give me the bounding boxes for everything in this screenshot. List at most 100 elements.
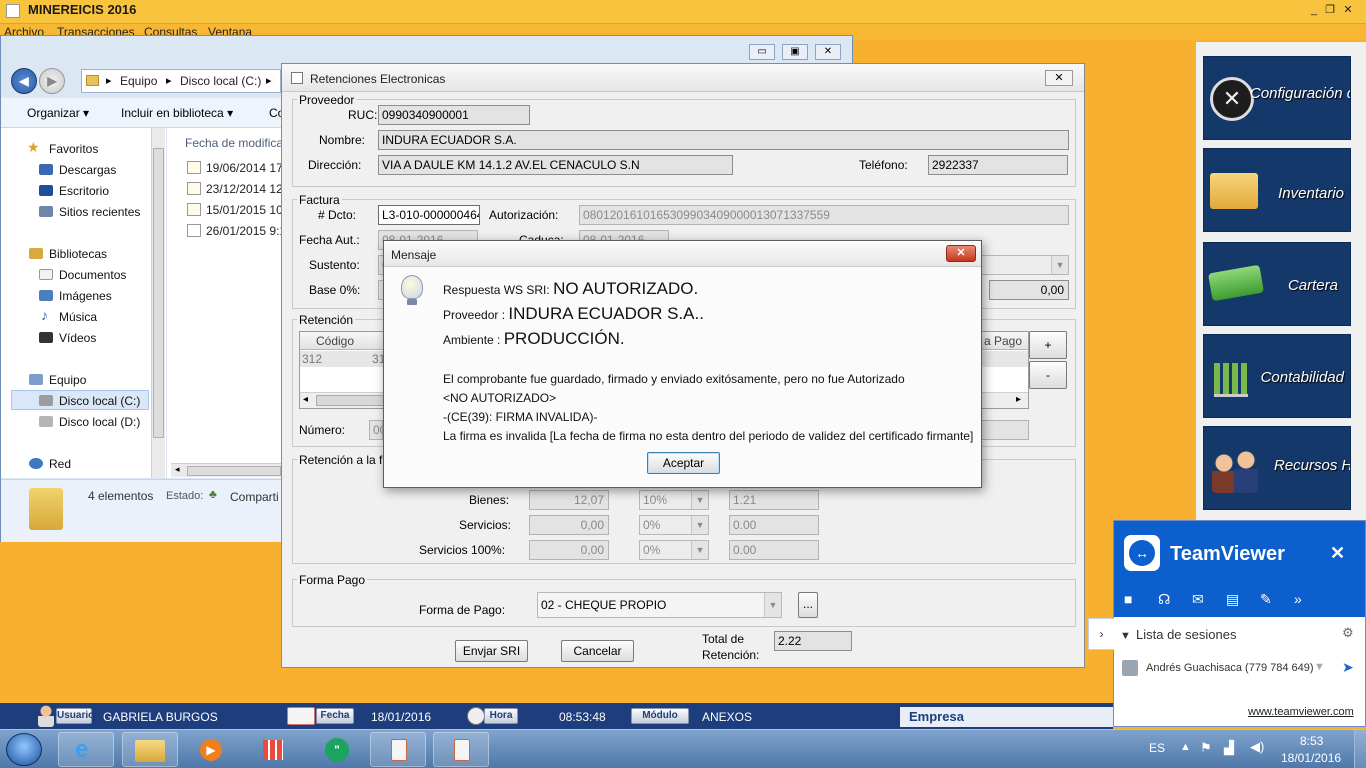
hangouts-icon[interactable]: " [308,732,364,767]
numero-field[interactable]: 00 [369,420,383,440]
nav-recent[interactable]: Sitios recientes [59,205,140,219]
chevron-down-icon[interactable]: ▼ [1314,661,1325,673]
add-row-button[interactable]: + [1029,331,1067,359]
headset-icon[interactable]: ☊ [1158,591,1170,608]
nav-favorites[interactable]: Favoritos [49,142,98,156]
signal-icon[interactable]: ▟ [1224,740,1234,756]
more-icon[interactable]: » [1294,591,1302,607]
settings-icon[interactable]: ⚙ [1342,625,1354,641]
java-app-icon[interactable] [433,732,489,767]
servicios-field[interactable]: 0,00 [529,515,609,535]
nav-downloads[interactable]: Descargas [59,163,116,177]
tile-configuracion[interactable]: ✕ Configuración del sistema [1203,56,1351,140]
close-icon[interactable]: ✕ [1339,3,1357,17]
scroll-left-icon[interactable]: ◂ [303,394,308,405]
nav-desktop[interactable]: Escritorio [59,184,109,198]
chat-icon[interactable]: ✉ [1192,591,1204,608]
close-icon[interactable]: ✕ [946,245,976,262]
base-value-field[interactable]: 0,00 [989,280,1069,300]
serv100-field[interactable]: 0,00 [529,540,609,560]
nombre-field[interactable]: INDURA ECUADOR S.A. [378,130,1069,150]
apps-icon[interactable] [246,732,302,767]
include-library-button[interactable]: Incluir en biblioteca ▾ [121,106,233,120]
tile-contabilidad[interactable]: Contabilidad [1203,334,1351,418]
address-bar[interactable]: ▸ Equipo ▸ Disco local (C:) ▸ [81,69,281,93]
direccion-field[interactable]: VIA A DAULE KM 14.1.2 AV.EL CENACULO S.N [378,155,733,175]
nav-computer[interactable]: Equipo [49,373,86,387]
servicios-pct-dropdown[interactable]: 0% ▼ [639,515,709,535]
bienes-pct-dropdown[interactable]: 10% ▼ [639,490,709,510]
serv100-val-field[interactable]: 0.00 [729,540,819,560]
organize-button[interactable]: Organizar ▾ [27,106,89,120]
autorizacion-field[interactable]: 0801201610165309903409000013071337559 [579,205,1069,225]
breadcrumb-disco[interactable]: Disco local (C:) [180,74,261,88]
aceptar-button[interactable]: Aceptar [647,452,720,474]
explorer-taskbar-icon[interactable] [122,732,178,767]
flag-icon[interactable]: ⚑ [1200,740,1212,756]
col-pago[interactable]: a Pago [984,334,1022,348]
session-row[interactable]: Andrés Guachisaca (779 784 649) ▼ ➤ [1118,657,1360,681]
video-icon[interactable]: ■ [1124,591,1132,607]
file-date[interactable]: 26/01/2015 9:1 [206,224,286,238]
start-button-icon[interactable] [6,733,42,766]
serv100-pct-dropdown[interactable]: 0% ▼ [639,540,709,560]
clock-date[interactable]: 18/01/2016 [1281,751,1341,765]
sustento-dropdown-right[interactable]: ▼ [980,255,1069,275]
tile-recursos-humanos[interactable]: Recursos Humanos [1203,426,1351,510]
tile-inventario[interactable]: Inventario [1203,148,1351,232]
collapse-icon[interactable]: ▼ [1120,630,1131,642]
forma-pago-browse-button[interactable]: ... [798,592,818,618]
breadcrumb-equipo[interactable]: Equipo [120,74,157,88]
show-desktop-button[interactable] [1354,730,1366,768]
cancelar-button[interactable]: Cancelar [561,640,634,662]
maximize-icon[interactable]: ▣ [782,44,808,60]
restore-icon[interactable]: ❐ [1321,3,1339,17]
sidebar-scrollbar[interactable] [151,128,165,478]
close-icon[interactable]: ✕ [1330,543,1345,564]
scroll-left-icon[interactable]: ◂ [175,464,180,475]
scroll-thumb[interactable] [316,395,386,406]
tray-arrow-icon[interactable]: ▲ [1180,741,1191,753]
minimize-icon[interactable]: ▭ [749,44,775,60]
nav-drive-d[interactable]: Disco local (D:) [59,415,140,429]
col-codigo[interactable]: Código [316,334,354,348]
media-player-icon[interactable]: ▶ [183,732,239,767]
close-icon[interactable]: ✕ [815,44,841,60]
column-header-date[interactable]: Fecha de modifica [185,136,283,150]
dcto-field[interactable]: L3-010-000000464 [378,205,480,225]
scroll-thumb[interactable] [153,148,164,438]
whiteboard-icon[interactable]: ✎ [1260,591,1272,608]
enviar-sri-button[interactable]: Envjar SRI [455,640,528,662]
nav-images[interactable]: Imágenes [59,289,112,303]
language-indicator[interactable]: ES [1149,741,1165,755]
total-field[interactable]: 2.22 [774,631,852,651]
forma-pago-dropdown[interactable]: 02 - CHEQUE PROPIO ▼ [537,592,782,618]
forward-icon[interactable]: ▶ [39,68,65,94]
bienes-field[interactable]: 12,07 [529,490,609,510]
volume-icon[interactable]: ◀) [1250,739,1264,755]
nav-network[interactable]: Red [49,457,71,471]
bienes-val-field[interactable]: 1.21 [729,490,819,510]
clock-time[interactable]: 8:53 [1300,734,1323,748]
nav-music[interactable]: Música [59,310,97,324]
file-date[interactable]: 23/12/2014 12 [206,182,283,196]
nav-drive-c[interactable]: Disco local (C:) [59,394,140,408]
nav-documents[interactable]: Documentos [59,268,126,282]
file-date[interactable]: 15/01/2015 10 [206,203,283,217]
java-app-icon[interactable] [370,732,426,767]
ie-icon[interactable]: e [58,732,114,767]
close-icon[interactable]: ✕ [1045,70,1073,86]
telefono-field[interactable]: 2922337 [928,155,1068,175]
remove-row-button[interactable]: - [1029,361,1067,389]
scroll-thumb[interactable] [187,466,281,476]
back-icon[interactable]: ◀ [11,68,37,94]
file-date[interactable]: 19/06/2014 17 [206,161,283,175]
horizontal-scrollbar[interactable]: ◂ [171,463,281,477]
numero-extra-field[interactable] [979,420,1029,440]
tile-cartera[interactable]: Cartera [1203,242,1351,326]
teamviewer-expand-tab[interactable]: › [1088,618,1114,650]
nav-libraries[interactable]: Bibliotecas [49,247,107,261]
cursor-icon[interactable]: ➤ [1342,659,1354,676]
files-icon[interactable]: ▤ [1226,591,1239,608]
scroll-right-icon[interactable]: ▸ [1016,394,1021,405]
